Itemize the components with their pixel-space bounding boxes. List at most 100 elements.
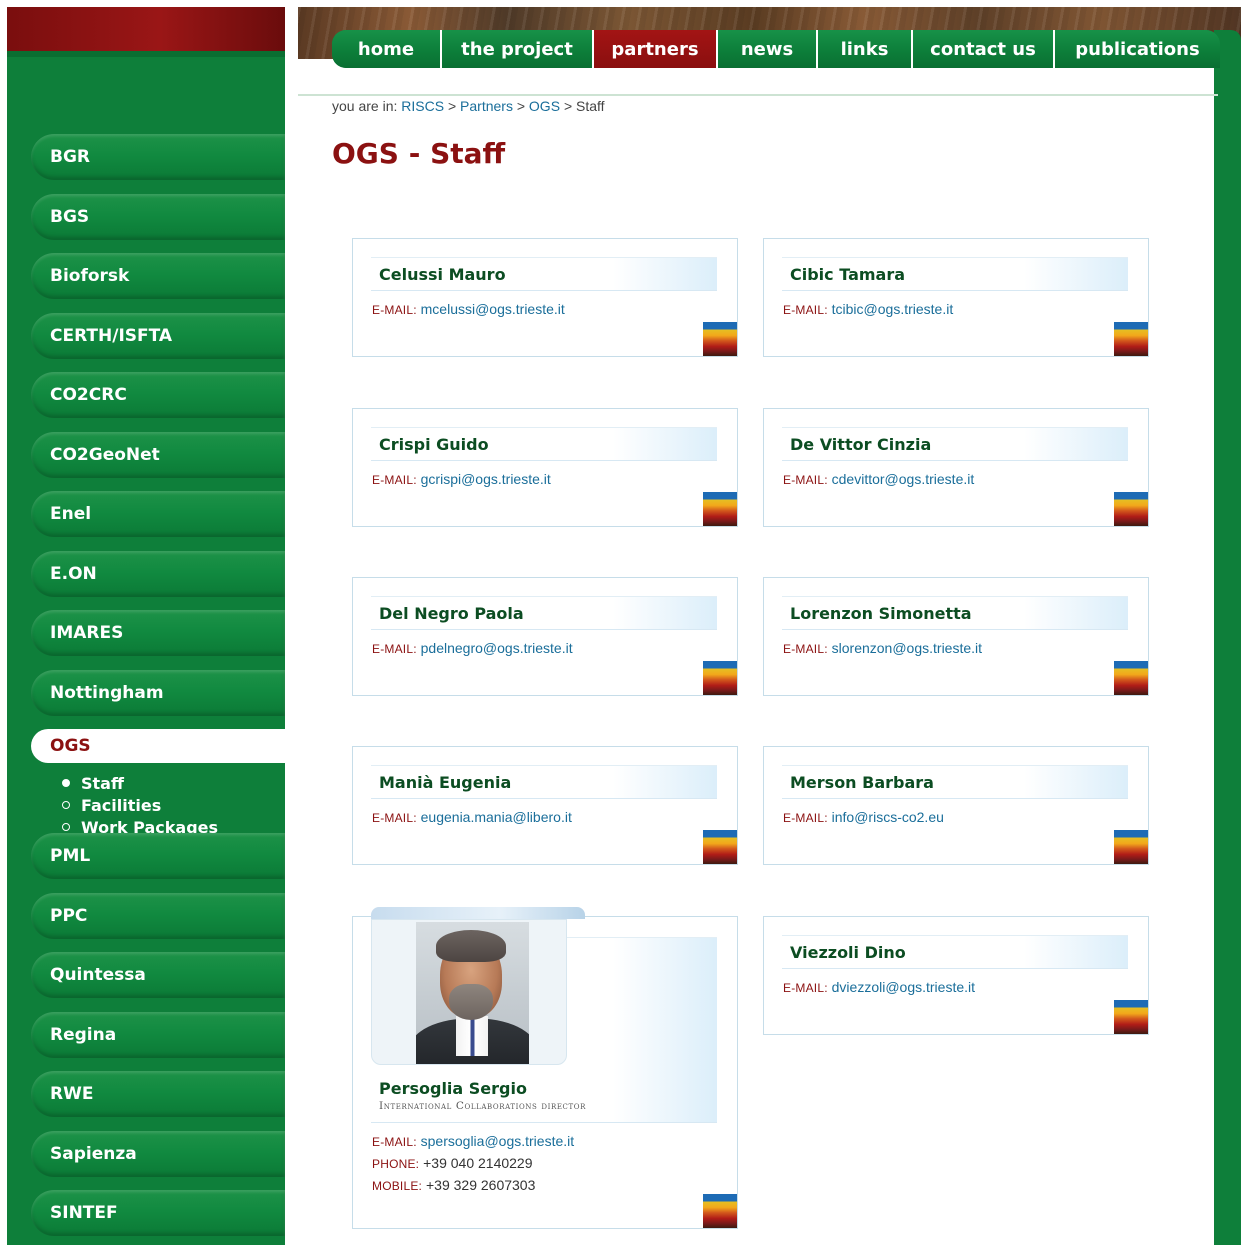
staff-name: Viezzoli Dino: [790, 942, 906, 962]
tab-publications[interactable]: publications: [1055, 30, 1220, 68]
sidebar-item-regina[interactable]: Regina: [7, 1005, 285, 1065]
staff-email-line: E-MAIL: spersoglia@ogs.trieste.it: [372, 1131, 574, 1153]
sidebar-item-co2crc[interactable]: CO2CRC: [7, 365, 285, 425]
breadcrumb-link-riscs[interactable]: RISCS: [401, 98, 444, 114]
staff-email-link[interactable]: eugenia.mania@libero.it: [421, 809, 572, 825]
sidebar-item-rwe[interactable]: RWE: [7, 1064, 285, 1124]
staff-email-link[interactable]: info@riscs-co2.eu: [832, 809, 944, 825]
staff-email-link[interactable]: gcrispi@ogs.trieste.it: [421, 471, 551, 487]
staff-email-link[interactable]: cdevittor@ogs.trieste.it: [832, 471, 975, 487]
breadcrumb-separator: >: [563, 98, 573, 114]
staff-email-line: E-MAIL: slorenzon@ogs.trieste.it: [783, 640, 982, 656]
tab-label: home: [357, 38, 415, 60]
sidebar-separator: [285, 7, 298, 1245]
sidebar-item-label: OGS: [50, 736, 91, 756]
breadcrumb-separator: >: [516, 98, 526, 114]
email-label: E-MAIL:: [783, 303, 828, 317]
sidebar-item-ppc[interactable]: PPC: [7, 886, 285, 946]
bullet-hollow-icon: [62, 801, 70, 809]
sidebar-item-label: CO2CRC: [50, 385, 127, 405]
breadcrumb-link-partners[interactable]: Partners: [460, 98, 513, 114]
tab-home[interactable]: home: [332, 30, 442, 68]
staff-name: Crispi Guido: [379, 434, 489, 454]
sidebar-item-label: Regina: [50, 1024, 117, 1045]
sidebar-item-enel[interactable]: Enel: [7, 484, 285, 544]
tab-news[interactable]: news: [718, 30, 818, 68]
right-border: [1214, 97, 1241, 1245]
staff-name-bar: Cibic Tamara: [782, 257, 1128, 291]
staff-email-link[interactable]: dviezzoli@ogs.trieste.it: [832, 979, 975, 995]
staff-card: Manià Eugenia E-MAIL: eugenia.mania@libe…: [352, 746, 738, 865]
sidebar-item-sintef[interactable]: SINTEF: [7, 1183, 285, 1243]
sidebar-item-nottingham[interactable]: Nottingham: [7, 663, 285, 723]
staff-name: De Vittor Cinzia: [790, 434, 932, 454]
staff-email-line: E-MAIL: pdelnegro@ogs.trieste.it: [372, 640, 573, 656]
mobile-label: MOBILE:: [372, 1179, 423, 1193]
email-label: E-MAIL:: [783, 642, 828, 656]
tab-partners[interactable]: partners: [594, 30, 718, 68]
submenu-item-staff[interactable]: Staff: [62, 772, 285, 794]
staff-card-with-photo: Persoglia Sergio International Collabora…: [352, 907, 738, 1229]
staff-name-block: Persoglia Sergio International Collabora…: [379, 1079, 586, 1112]
sidebar-item-bgr[interactable]: BGR: [7, 127, 285, 187]
staff-phone: +39 040 2140229: [423, 1155, 533, 1171]
staff-email-link[interactable]: tcibic@ogs.trieste.it: [832, 301, 954, 317]
sidebar-item-label: BGR: [50, 147, 91, 167]
tab-label: the project: [461, 38, 573, 60]
sidebar-item-certh-isfta[interactable]: CERTH/ISFTA: [7, 306, 285, 366]
staff-email-link[interactable]: spersoglia@ogs.trieste.it: [421, 1133, 575, 1149]
staff-name: Manià Eugenia: [379, 772, 512, 792]
staff-card: Celussi Mauro E-MAIL: mcelussi@ogs.tries…: [352, 238, 738, 357]
photo-collar: [456, 1016, 488, 1056]
sidebar-item-ogs[interactable]: OGS: [7, 729, 285, 764]
staff-email-link[interactable]: mcelussi@ogs.trieste.it: [421, 301, 565, 317]
staff-email-link[interactable]: slorenzon@ogs.trieste.it: [832, 640, 982, 656]
tab-label: partners: [611, 38, 699, 60]
tab-links[interactable]: links: [818, 30, 913, 68]
photo-tab: [371, 907, 585, 919]
sidebar-item-eon[interactable]: E.ON: [7, 544, 285, 604]
staff-card: Viezzoli Dino E-MAIL: dviezzoli@ogs.trie…: [763, 916, 1149, 1035]
sidebar-header-shadow: [7, 51, 285, 57]
staff-name-bar: Viezzoli Dino: [782, 935, 1128, 969]
rainbow-flag-icon: [703, 661, 737, 695]
sidebar-item-label: Quintessa: [50, 965, 146, 985]
email-label: E-MAIL:: [372, 473, 417, 487]
sidebar-header-band: [7, 7, 285, 51]
submenu-item-facilities[interactable]: Facilities: [62, 794, 285, 816]
email-label: E-MAIL:: [783, 811, 828, 825]
staff-email-line: E-MAIL: mcelussi@ogs.trieste.it: [372, 301, 565, 317]
sidebar-item-bioforsk[interactable]: Bioforsk: [7, 246, 285, 306]
email-label: E-MAIL:: [783, 473, 828, 487]
staff-email-line: E-MAIL: dviezzoli@ogs.trieste.it: [783, 979, 975, 995]
sidebar-item-imares[interactable]: IMARES: [7, 603, 285, 663]
staff-card: Crispi Guido E-MAIL: gcrispi@ogs.trieste…: [352, 408, 738, 527]
staff-name: Cibic Tamara: [790, 264, 906, 284]
staff-email-link[interactable]: pdelnegro@ogs.trieste.it: [421, 640, 573, 656]
rainbow-flag-icon: [703, 322, 737, 356]
staff-contact-lines: E-MAIL: spersoglia@ogs.trieste.it PHONE:…: [372, 1131, 574, 1197]
submenu-item-label: Facilities: [81, 795, 162, 815]
sidebar-item-bgs[interactable]: BGS: [7, 187, 285, 247]
staff-email-line: E-MAIL: cdevittor@ogs.trieste.it: [783, 471, 974, 487]
staff-photo-frame: [371, 919, 567, 1065]
tab-contact-us[interactable]: contact us: [913, 30, 1055, 68]
sidebar-item-quintessa[interactable]: Quintessa: [7, 945, 285, 1005]
tab-the-project[interactable]: the project: [442, 30, 594, 68]
sidebar-item-pml[interactable]: PML: [7, 826, 285, 886]
staff-email-line: E-MAIL: info@riscs-co2.eu: [783, 809, 944, 825]
sidebar-item-label: PML: [50, 846, 91, 866]
staff-name: Lorenzon Simonetta: [790, 603, 972, 623]
sidebar-item-sapienza[interactable]: Sapienza: [7, 1124, 285, 1184]
staff-mobile: +39 329 2607303: [425, 1177, 536, 1193]
sidebar-item-label: Bioforsk: [50, 266, 130, 286]
sidebar: BGR BGS Bioforsk CERTH/ISFTA CO2CRC CO2G…: [7, 7, 285, 1245]
sidebar-item-co2geonet[interactable]: CO2GeoNet: [7, 425, 285, 485]
email-label: E-MAIL:: [372, 303, 417, 317]
staff-portrait-photo: [416, 922, 529, 1064]
main-nav: home the project partners news links con…: [332, 30, 1220, 68]
sidebar-item-label: CERTH/ISFTA: [50, 325, 173, 346]
tab-label: publications: [1075, 38, 1200, 60]
breadcrumb-link-ogs[interactable]: OGS: [529, 98, 560, 114]
bullet-filled-icon: [62, 779, 70, 787]
